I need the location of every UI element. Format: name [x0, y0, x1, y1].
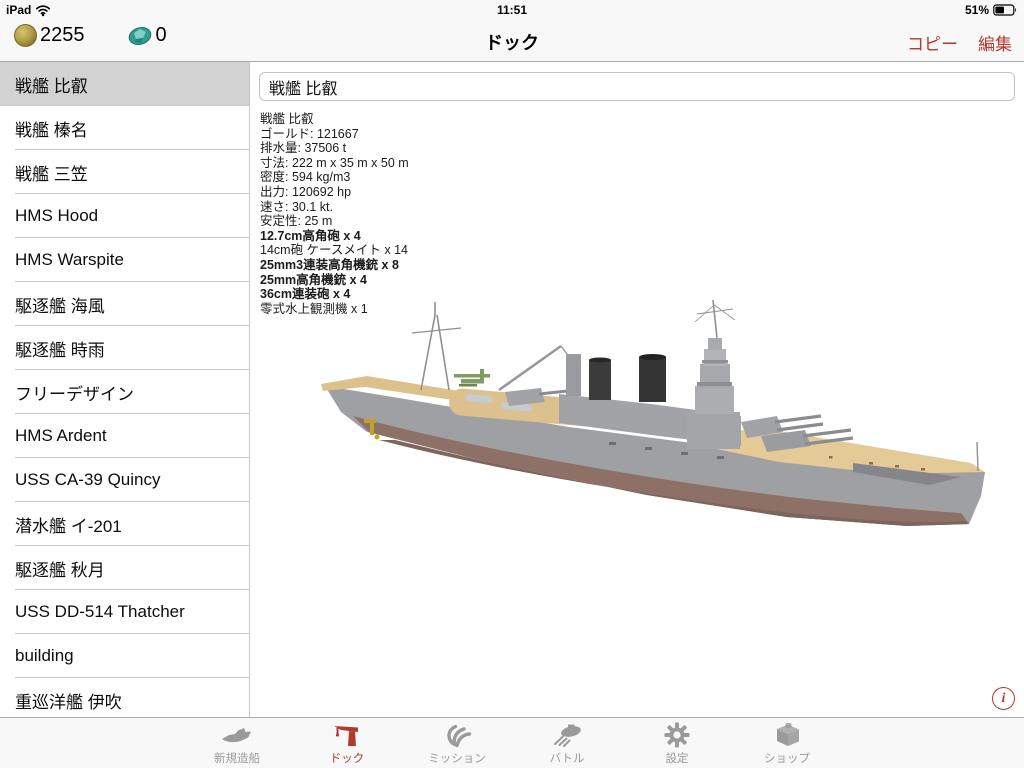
ship-list-item[interactable]: HMS Ardent	[0, 414, 249, 458]
header: iPad 11:51 51% 2255 0 ドック コピー 編集	[0, 0, 1024, 62]
clock: 11:51	[496, 3, 528, 17]
dock-crane-icon	[331, 721, 363, 749]
ship-name-input[interactable]	[259, 72, 1015, 101]
status-bar: iPad 11:51 51%	[0, 0, 1024, 20]
shop-bag-icon	[771, 721, 803, 749]
battery-percent: 51%	[964, 3, 989, 17]
ship-list-item[interactable]: HMS Warspite	[0, 238, 249, 282]
battle-ship-icon	[551, 721, 583, 749]
ship-3d-view[interactable]	[309, 294, 1015, 580]
app-screen: iPad 11:51 51% 2255 0 ドック コピー 編集 戦艦 比叡 戦…	[0, 0, 1024, 768]
ship-list-item[interactable]: 駆逐艦 時雨	[0, 326, 249, 370]
ship-list-item[interactable]: HMS Hood	[0, 194, 249, 238]
settings-gear-icon	[663, 721, 691, 749]
tab-shop[interactable]: ショップ	[732, 718, 842, 768]
new-ship-icon	[221, 721, 253, 749]
ship-list-item[interactable]: 戦艦 榛名	[0, 106, 249, 150]
battery-icon	[993, 4, 1017, 16]
ship-list-item[interactable]: 戦艦 三笠	[0, 150, 249, 194]
ship-list-item[interactable]: 潜水艦 イ-201	[0, 502, 249, 546]
tab-bar: 新規造船 ドック ミッション バトル 設定 ショップ	[0, 717, 1024, 768]
ship-list-item[interactable]: 戦艦 比叡	[0, 62, 249, 106]
nav-bar: 2255 0 ドック コピー 編集	[0, 20, 1024, 62]
tab-mission[interactable]: ミッション	[402, 718, 512, 768]
ship-list-item[interactable]: building	[0, 634, 249, 678]
ship-list-item[interactable]: 駆逐艦 海風	[0, 282, 249, 326]
tab-settings[interactable]: 設定	[622, 718, 732, 768]
ship-list: 戦艦 比叡 戦艦 榛名 戦艦 三笠 HMS Hood HMS Warspite …	[0, 62, 250, 717]
ship-list-item[interactable]: フリーデザイン	[0, 370, 249, 414]
ship-list-item[interactable]: 重巡洋艦 伊吹	[0, 678, 249, 717]
mission-claw-icon	[441, 721, 473, 749]
info-button[interactable]: i	[992, 687, 1015, 710]
tab-battle[interactable]: バトル	[512, 718, 622, 768]
tab-dock[interactable]: ドック	[292, 718, 402, 768]
page-title: ドック	[485, 33, 539, 53]
copy-button[interactable]: コピー	[907, 30, 958, 55]
ship-list-item[interactable]: USS CA-39 Quincy	[0, 458, 249, 502]
seaplane	[454, 369, 490, 387]
tab-new-ship[interactable]: 新規造船	[182, 718, 292, 768]
ship-detail-panel: 戦艦 比叡 ゴールド: 121667 排水量: 37506 t 寸法: 222 …	[251, 62, 1024, 717]
ship-stats: 戦艦 比叡 ゴールド: 121667 排水量: 37506 t 寸法: 222 …	[260, 112, 409, 316]
edit-button[interactable]: 編集	[978, 30, 1012, 55]
ship-list-item[interactable]: 駆逐艦 秋月	[0, 546, 249, 590]
ship-list-item[interactable]: USS DD-514 Thatcher	[0, 590, 249, 634]
